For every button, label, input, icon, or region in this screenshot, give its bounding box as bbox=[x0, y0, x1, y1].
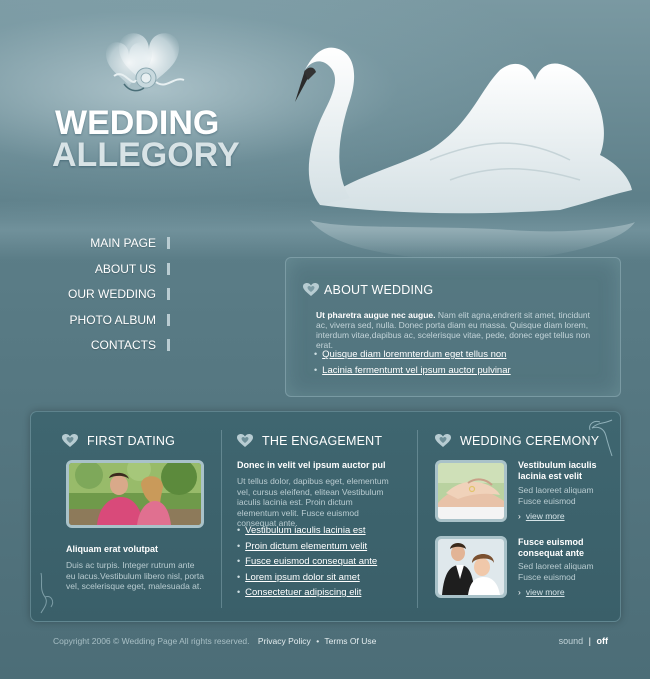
ceremony-item-1-title: Vestibulum iaculis lacinia est velit bbox=[518, 460, 597, 481]
heart-icon bbox=[237, 434, 253, 447]
heart-icon bbox=[435, 434, 451, 447]
heart-icon bbox=[303, 283, 319, 296]
first-dating-title: FIRST DATING bbox=[87, 434, 176, 448]
engagement-link-3[interactable]: Fusce euismod consequat ante bbox=[245, 556, 377, 567]
view-more-label: view more bbox=[525, 587, 565, 597]
heart-icon bbox=[62, 434, 78, 447]
about-links: Quisque diam loremnterdum eget tellus no… bbox=[314, 347, 511, 378]
view-more-label: view more bbox=[525, 511, 565, 521]
about-lead: Ut pharetra augue nec augue. bbox=[316, 310, 436, 320]
list-item: Proin dictum elementum velit bbox=[237, 539, 377, 555]
first-dating-subtitle: Aliquam erat volutpat bbox=[66, 544, 159, 554]
ceremony-photo-2[interactable] bbox=[435, 536, 507, 598]
about-wedding-panel: ABOUT WEDDING Ut pharetra augue nec augu… bbox=[285, 257, 621, 397]
engagement-links: Vestibulum iaculis lacinia est Proin dic… bbox=[237, 523, 377, 601]
list-item: Consectetuer adipiscing elit bbox=[237, 585, 377, 601]
ceremony-item-2-text: Sed laoreet aliquam Fusce euismod bbox=[518, 561, 594, 582]
arrow-right-icon: › bbox=[518, 587, 521, 597]
about-link-1[interactable]: Quisque diam loremnterdum eget tellus no… bbox=[322, 349, 506, 360]
bride-groom-photo bbox=[438, 539, 504, 595]
first-dating-text: Duis ac turpis. Integer rutrum ante eu l… bbox=[66, 560, 204, 591]
engagement-link-2[interactable]: Proin dictum elementum velit bbox=[245, 541, 367, 552]
ceremony-item-2-title: Fusce euismod consequat ante bbox=[518, 537, 585, 558]
sound-off-button[interactable]: off bbox=[597, 636, 609, 646]
engagement-text: Ut tellus dolor, dapibus eget, elementum… bbox=[237, 476, 389, 528]
page: WEDDING ALLEGORY MAIN PAGE ABOUT US OUR … bbox=[0, 0, 650, 679]
sound-toggle: sound | off bbox=[559, 636, 608, 646]
about-title: ABOUT WEDDING bbox=[324, 283, 434, 297]
list-item: Lorem ipsum dolor sit amet bbox=[237, 570, 377, 586]
ceremony-photo-1[interactable] bbox=[435, 460, 507, 522]
terms-of-use-link[interactable]: Terms Of Use bbox=[324, 636, 376, 646]
engagement-link-5[interactable]: Consectetuer adipiscing elit bbox=[245, 587, 361, 598]
privacy-policy-link[interactable]: Privacy Policy bbox=[258, 636, 311, 646]
about-link-2[interactable]: Lacinia fermentumt vel ipsum auctor pulv… bbox=[322, 365, 511, 376]
first-dating-photo[interactable] bbox=[66, 460, 204, 528]
engagement-subtitle: Donec in velit vel ipsum auctor pul bbox=[237, 460, 386, 470]
list-item: Vestibulum iaculis lacinia est bbox=[237, 523, 377, 539]
engagement-title: THE ENGAGEMENT bbox=[262, 434, 383, 448]
nav-about-us[interactable]: ABOUT US bbox=[60, 258, 170, 284]
sound-separator: | bbox=[588, 636, 591, 646]
nav-contacts[interactable]: CONTACTS bbox=[60, 334, 170, 360]
content-panel: FIRST DATING Aliquam erat volutpat Duis … bbox=[30, 411, 621, 622]
ceremony-title: WEDDING CEREMONY bbox=[460, 434, 600, 448]
ornament-icon bbox=[40, 572, 54, 614]
swan-image bbox=[295, 47, 635, 261]
logo-text-allegory: ALLEGORY bbox=[52, 136, 240, 174]
engagement-link-1[interactable]: Vestibulum iaculis lacinia est bbox=[245, 525, 365, 536]
about-text: Ut pharetra augue nec augue. Nam elit ag… bbox=[316, 310, 601, 350]
list-item: Quisque diam loremnterdum eget tellus no… bbox=[314, 347, 511, 363]
sound-label: sound bbox=[558, 636, 584, 646]
view-more-link-2[interactable]: › view more bbox=[518, 587, 565, 597]
ceremony-item-1-text: Sed laoreet aliquam Fusce euismod bbox=[518, 485, 594, 506]
nav-main-page[interactable]: MAIN PAGE bbox=[60, 232, 170, 258]
footer: Copyright 2006 © Wedding Page All rights… bbox=[53, 636, 376, 646]
nav-photo-album[interactable]: PHOTO ALBUM bbox=[60, 309, 170, 335]
logo[interactable]: WEDDING ALLEGORY bbox=[52, 18, 242, 178]
engagement-link-4[interactable]: Lorem ipsum dolor sit amet bbox=[245, 572, 360, 583]
couple-photo bbox=[69, 463, 201, 525]
nav-our-wedding[interactable]: OUR WEDDING bbox=[60, 283, 170, 309]
column-divider bbox=[221, 430, 222, 608]
view-more-link-1[interactable]: › view more bbox=[518, 511, 565, 521]
arrow-right-icon: › bbox=[518, 511, 521, 521]
list-item: Fusce euismod consequat ante bbox=[237, 554, 377, 570]
main-nav: MAIN PAGE ABOUT US OUR WEDDING PHOTO ALB… bbox=[60, 232, 170, 360]
column-divider bbox=[417, 430, 418, 608]
hearts-rose-icon bbox=[106, 33, 185, 92]
copyright-text: Copyright 2006 © Wedding Page All rights… bbox=[53, 636, 250, 646]
list-item: Lacinia fermentumt vel ipsum auctor pulv… bbox=[314, 363, 511, 379]
hands-rings-photo bbox=[438, 463, 504, 519]
footer-separator: • bbox=[316, 636, 320, 646]
